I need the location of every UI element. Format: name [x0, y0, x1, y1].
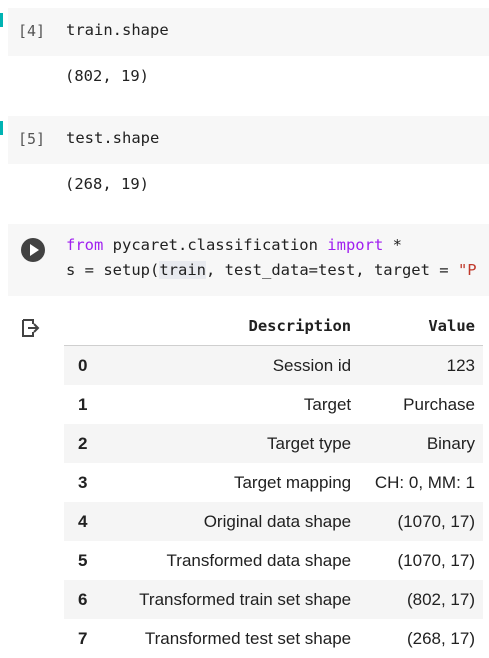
- row-index: 4: [64, 502, 116, 541]
- table-row: 6 Transformed train set shape (802, 17): [64, 580, 483, 619]
- code-line-1[interactable]: from pycaret.classification import *: [66, 236, 402, 254]
- code-cell-setup-input[interactable]: from pycaret.classification import * s =…: [8, 224, 489, 296]
- code-cell-4-input[interactable]: [4] train.shape: [8, 8, 489, 56]
- string-literal: "P: [457, 261, 477, 279]
- table-row: 2 Target type Binary: [64, 424, 483, 463]
- row-index: 3: [78, 472, 88, 492]
- row-value: 123: [359, 345, 483, 385]
- code-cell-5-input[interactable]: [5] test.shape: [8, 116, 489, 164]
- column-header-value: Value: [359, 306, 483, 346]
- table-row: 5 Transformed data shape (1070, 17): [64, 541, 483, 580]
- row-index: 5: [78, 550, 88, 570]
- row-value: (1070, 17): [397, 550, 476, 570]
- table-header-row: Description Value: [64, 306, 483, 346]
- output-actions-icon[interactable]: [18, 316, 42, 340]
- code-line-2[interactable]: s = setup(train, test_data=test, target …: [66, 261, 477, 279]
- row-description: Transformed test set shape: [144, 628, 352, 648]
- code-text: *: [383, 236, 402, 254]
- column-header-description: Description: [116, 306, 360, 346]
- highlighted-identifier: train: [159, 261, 206, 279]
- table-row: 7 Transformed test set shape (268, 17): [64, 619, 483, 658]
- row-value: Purchase: [403, 394, 475, 414]
- row-value: Binary: [359, 424, 483, 463]
- row-index: 2: [64, 424, 116, 463]
- execution-count-5: [5]: [18, 130, 46, 148]
- cell-status-indicator: [0, 13, 3, 27]
- code-text: s = setup(: [66, 261, 160, 279]
- row-description: Session id: [116, 345, 360, 385]
- row-value: (1070, 17): [359, 502, 483, 541]
- row-index: 1: [78, 394, 88, 414]
- setup-info-table: Description Value 0 Session id 123 1 Tar…: [64, 306, 483, 658]
- keyword-import: import: [327, 236, 384, 254]
- cell-status-indicator: [0, 121, 3, 135]
- column-header-index: [64, 306, 116, 346]
- row-description: Target mapping: [233, 472, 352, 492]
- table-row: 3 Target mapping CH: 0, MM: 1: [64, 463, 483, 502]
- row-description: Transformed train set shape: [116, 580, 360, 619]
- row-index: 7: [78, 628, 88, 648]
- row-description: Transformed data shape: [166, 550, 352, 570]
- row-value: (802, 17): [359, 580, 483, 619]
- code-text: pycaret.classification: [103, 236, 328, 254]
- code-line[interactable]: train.shape: [66, 21, 169, 39]
- row-description: Target: [303, 394, 352, 414]
- table-row: 1 Target Purchase: [64, 385, 483, 424]
- row-value: CH: 0, MM: 1: [374, 472, 475, 492]
- row-index: 0: [64, 345, 116, 385]
- keyword-from: from: [66, 236, 104, 254]
- row-description: Original data shape: [116, 502, 360, 541]
- row-value: (268, 17): [406, 628, 475, 648]
- run-cell-button[interactable]: [21, 238, 45, 262]
- row-index: 6: [64, 580, 116, 619]
- execution-count-4: [4]: [18, 22, 46, 40]
- code-line[interactable]: test.shape: [66, 129, 159, 147]
- row-description: Target type: [116, 424, 360, 463]
- table-row: 0 Session id 123: [64, 345, 483, 385]
- cell-4-output: (802, 19): [65, 67, 149, 85]
- cell-5-output: (268, 19): [65, 175, 149, 193]
- code-text: , test_data=test, target =: [206, 261, 458, 279]
- table-row: 4 Original data shape (1070, 17): [64, 502, 483, 541]
